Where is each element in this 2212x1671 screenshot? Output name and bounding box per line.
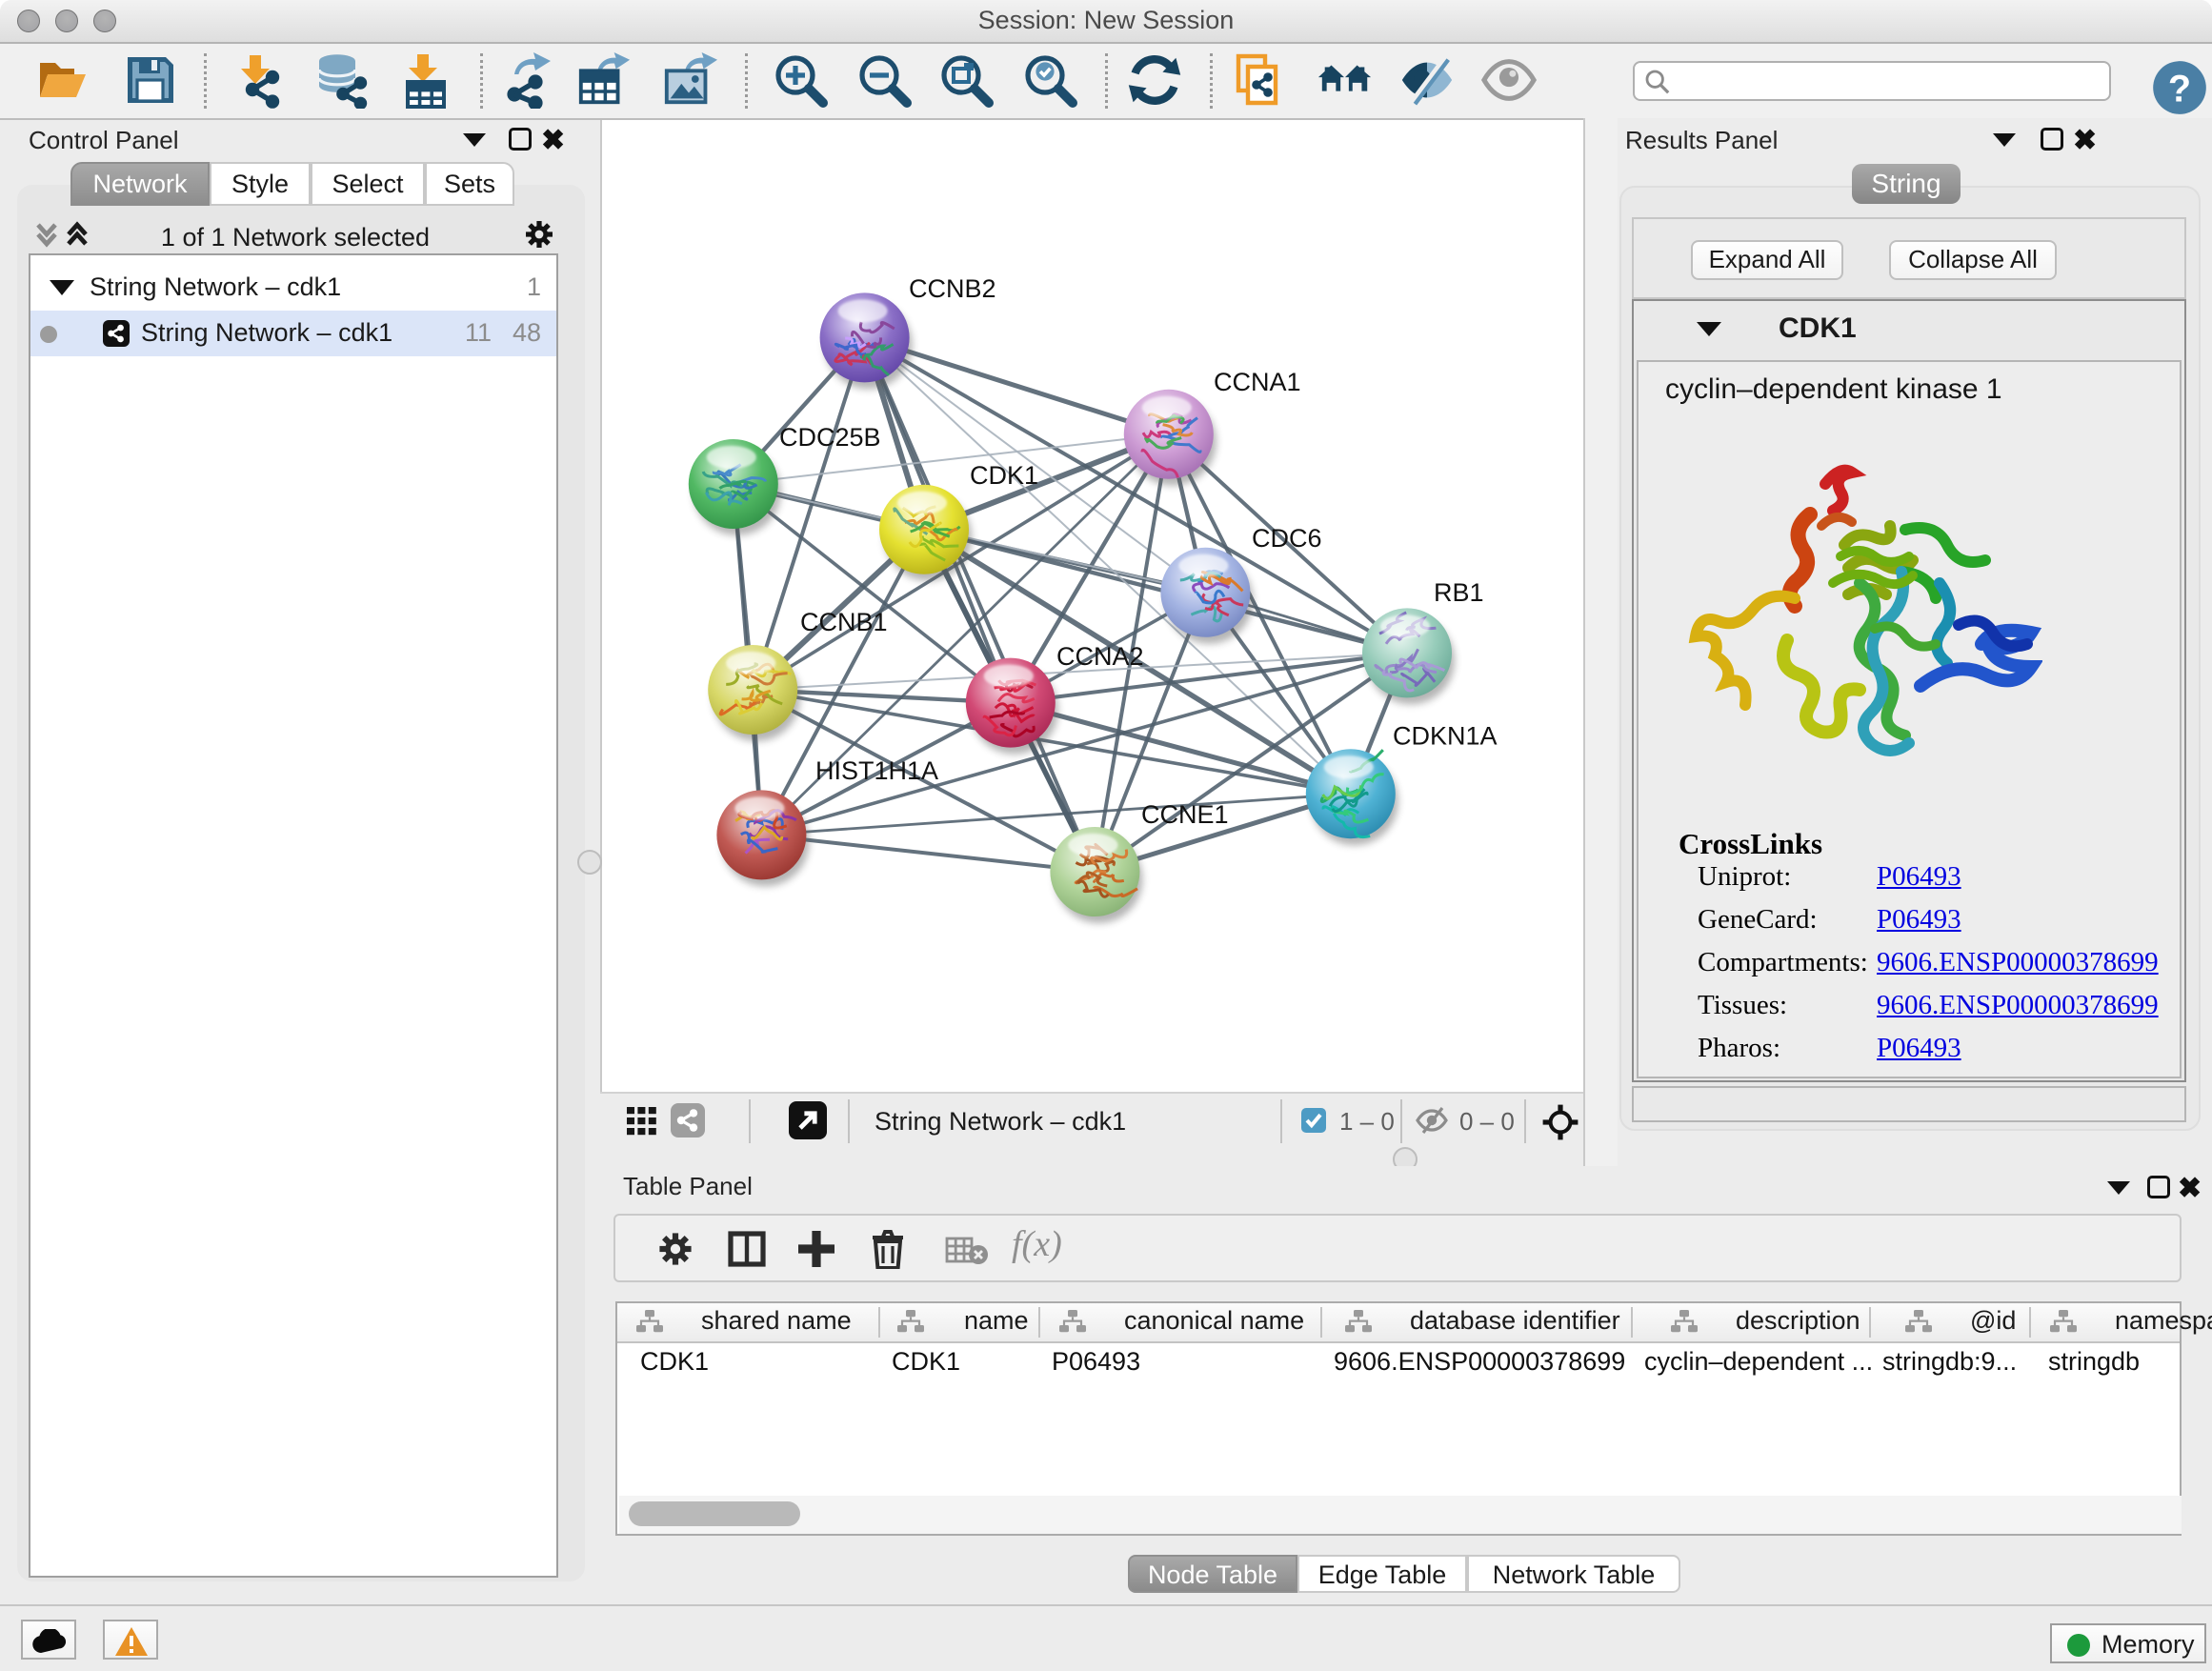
svg-text:CDKN1A: CDKN1A: [1393, 721, 1498, 750]
svg-text:CCNE1: CCNE1: [1141, 800, 1229, 829]
svg-text:CDC6: CDC6: [1252, 524, 1322, 553]
svg-text:CCNA1: CCNA1: [1214, 368, 1301, 396]
svg-text:?: ?: [2168, 68, 2191, 110]
svg-text:CCNA2: CCNA2: [1056, 642, 1144, 671]
svg-text:CDK1: CDK1: [970, 461, 1038, 490]
svg-text:CCNB1: CCNB1: [800, 608, 888, 636]
svg-text:CDC25B: CDC25B: [779, 423, 881, 452]
svg-text:CCNB2: CCNB2: [909, 274, 996, 303]
svg-text:RB1: RB1: [1434, 578, 1484, 607]
svg-text:HIST1H1A: HIST1H1A: [815, 756, 938, 785]
